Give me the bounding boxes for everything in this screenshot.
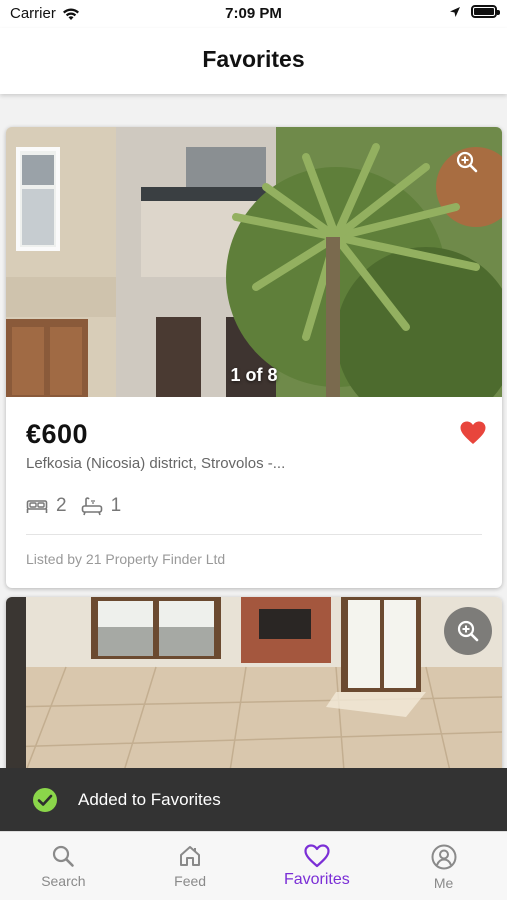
tab-search[interactable]: Search (0, 832, 127, 900)
bathrooms-feature: 1 (81, 495, 122, 517)
favorite-button[interactable] (460, 421, 486, 450)
tab-bar: Search Feed Favorites Me (0, 831, 507, 900)
listed-by: Listed by 21 Property Finder Ltd (26, 551, 226, 567)
tab-label: Feed (174, 873, 207, 889)
tab-label: Me (433, 875, 454, 891)
divider (26, 534, 482, 535)
interior-photo-image (6, 597, 502, 797)
house-photo-image (6, 127, 502, 397)
search-icon (53, 845, 75, 867)
tab-me[interactable]: Me (380, 832, 507, 900)
listing-card[interactable] (6, 597, 502, 797)
page-title: Favorites (202, 46, 305, 72)
zoom-button[interactable] (444, 139, 490, 185)
bathrooms-count: 1 (110, 495, 122, 516)
listing-photo[interactable]: 1 of 8 (6, 127, 502, 397)
listing-photo[interactable] (6, 597, 502, 797)
tab-favorites[interactable]: Favorites (254, 832, 381, 900)
bedrooms-feature: 2 (26, 495, 67, 517)
tab-feed[interactable]: Feed (127, 832, 254, 900)
home-icon (180, 846, 201, 866)
heart-icon (304, 844, 330, 868)
toast-message: Added to Favorites (78, 789, 221, 809)
check-circle-icon (33, 787, 57, 812)
bed-icon (26, 500, 48, 513)
bedrooms-count: 2 (56, 495, 67, 516)
listing-features: 2 1 (26, 495, 135, 517)
listing-card[interactable]: 1 of 8 €600 Lefkosia (Nicosia) district,… (6, 127, 502, 588)
status-bar: Carrier 7:09 PM (0, 0, 507, 28)
navigation-bar: Favorites (0, 28, 507, 94)
zoom-in-icon (457, 620, 479, 642)
bath-icon (81, 497, 102, 516)
photo-counter: 1 of 8 (230, 365, 278, 385)
battery-icon (471, 5, 500, 18)
favorites-screen: Carrier 7:09 PM Favorites 1 of 8 €600 Le… (0, 0, 507, 900)
toast-notification: Added to Favorites (0, 768, 507, 831)
location-arrow-icon (450, 6, 460, 17)
zoom-in-icon (456, 151, 478, 173)
tab-label: Search (41, 873, 86, 889)
zoom-button[interactable] (444, 607, 492, 655)
listing-location: Lefkosia (Nicosia) district, Strovolos -… (26, 455, 286, 472)
heart-filled-icon (460, 421, 486, 444)
status-right (449, 5, 500, 18)
user-circle-icon (431, 844, 457, 870)
tab-label: Favorites (283, 871, 350, 888)
listing-price: €600 (26, 419, 89, 449)
status-time: 7:09 PM (225, 5, 282, 22)
